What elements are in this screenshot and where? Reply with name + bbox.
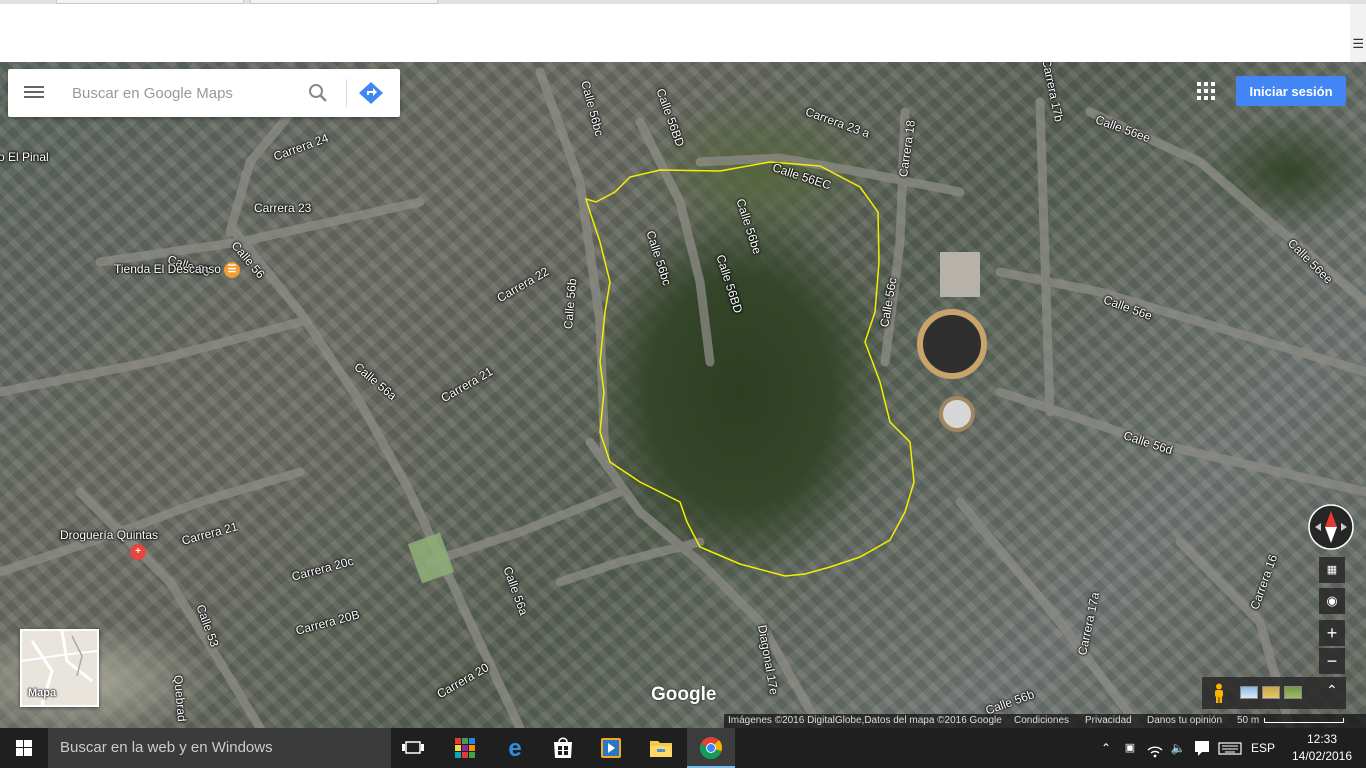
- satellite-map[interactable]: o El Pinal Carrera 24 Carrera 23 Calle 5…: [0, 62, 1366, 728]
- apps-grid-icon[interactable]: [1197, 82, 1215, 100]
- divider: [346, 79, 347, 107]
- pegman-icon[interactable]: [1212, 683, 1226, 703]
- directions-icon[interactable]: [358, 81, 386, 105]
- keyboard-icon[interactable]: [1216, 728, 1244, 768]
- media-player-icon[interactable]: [587, 728, 635, 768]
- search-box: [8, 69, 400, 117]
- scrollbar[interactable]: [1350, 4, 1366, 62]
- search-input[interactable]: [72, 81, 302, 105]
- notifications-icon[interactable]: [1192, 728, 1212, 768]
- sign-in-button[interactable]: Iniciar sesión: [1236, 76, 1346, 106]
- poi-label[interactable]: Tienda El Descanso: [114, 262, 221, 276]
- search-icon[interactable]: [306, 81, 330, 105]
- privacy-link[interactable]: Privacidad: [1085, 714, 1132, 728]
- windows-start-icon[interactable]: [0, 728, 48, 768]
- clock-date: 14/02/2016: [1291, 749, 1353, 763]
- compass-icon[interactable]: [1307, 503, 1355, 551]
- tilt-grid-icon[interactable]: ▦: [1319, 557, 1345, 583]
- pharmacy-icon[interactable]: +: [130, 544, 146, 560]
- show-hidden-icons[interactable]: ⌃: [1096, 728, 1116, 768]
- browser-tab[interactable]: [56, 0, 244, 4]
- water-tank: [917, 252, 987, 432]
- windows-taskbar: Buscar en la web y en Windows e ⌃ ▣ 🔈 ES…: [0, 728, 1366, 768]
- imagery-attribution: Imágenes ©2016 DigitalGlobe,Datos del ma…: [728, 715, 1002, 726]
- minimap-label: Mapa: [28, 687, 57, 699]
- terms-link[interactable]: Condiciones: [1014, 714, 1069, 728]
- imagery-thumbnail[interactable]: [1262, 686, 1280, 699]
- edge-icon[interactable]: e: [491, 728, 539, 768]
- file-explorer-icon[interactable]: [637, 728, 685, 768]
- zoom-in-button[interactable]: +: [1319, 620, 1345, 646]
- google-logo: Google: [651, 684, 717, 705]
- system-clock[interactable]: 12:33 14/02/2016: [1284, 731, 1360, 765]
- imagery-thumbnail[interactable]: [1284, 686, 1302, 699]
- chrome-icon[interactable]: [687, 728, 735, 768]
- clock-time: 12:33: [1306, 732, 1338, 746]
- map-label: o El Pinal: [0, 150, 49, 164]
- poi-label[interactable]: Droguería Quintas: [60, 528, 158, 542]
- street-view-bar: ⌃: [1202, 677, 1346, 709]
- feedback-link[interactable]: Danos tu opinión: [1147, 714, 1222, 728]
- volume-icon[interactable]: 🔈: [1168, 728, 1188, 768]
- taskbar-search-box[interactable]: Buscar en la web y en Windows: [48, 728, 391, 768]
- zoom-out-button[interactable]: −: [1319, 648, 1345, 674]
- task-view-icon[interactable]: [391, 728, 439, 768]
- imagery-thumbnail[interactable]: [1240, 686, 1258, 699]
- menu-icon[interactable]: [22, 83, 46, 103]
- restaurant-icon[interactable]: ☰: [224, 262, 240, 278]
- map-footer: Imágenes ©2016 DigitalGlobe,Datos del ma…: [724, 714, 1366, 728]
- store-tiles-icon[interactable]: [441, 728, 489, 768]
- map-label: Carrera 23: [254, 201, 312, 215]
- browser-menu-icon[interactable]: ☰: [1352, 36, 1364, 52]
- language-indicator[interactable]: ESP: [1248, 728, 1278, 768]
- scale-bar: [1264, 718, 1344, 723]
- my-location-icon[interactable]: ◉: [1319, 588, 1345, 614]
- scale-label[interactable]: 50 m: [1237, 714, 1259, 728]
- taskbar-search-placeholder: Buscar en la web y en Windows: [60, 739, 273, 756]
- map-view-toggle[interactable]: Mapa: [20, 629, 99, 707]
- browser-top-area: ☰: [0, 0, 1366, 62]
- store-icon[interactable]: [539, 728, 587, 768]
- wifi-icon[interactable]: [1144, 728, 1166, 768]
- battery-icon[interactable]: ▣: [1120, 728, 1140, 768]
- browser-tab[interactable]: [250, 0, 438, 4]
- expand-icon[interactable]: ⌃: [1326, 682, 1338, 699]
- svg-text:e: e: [508, 735, 521, 762]
